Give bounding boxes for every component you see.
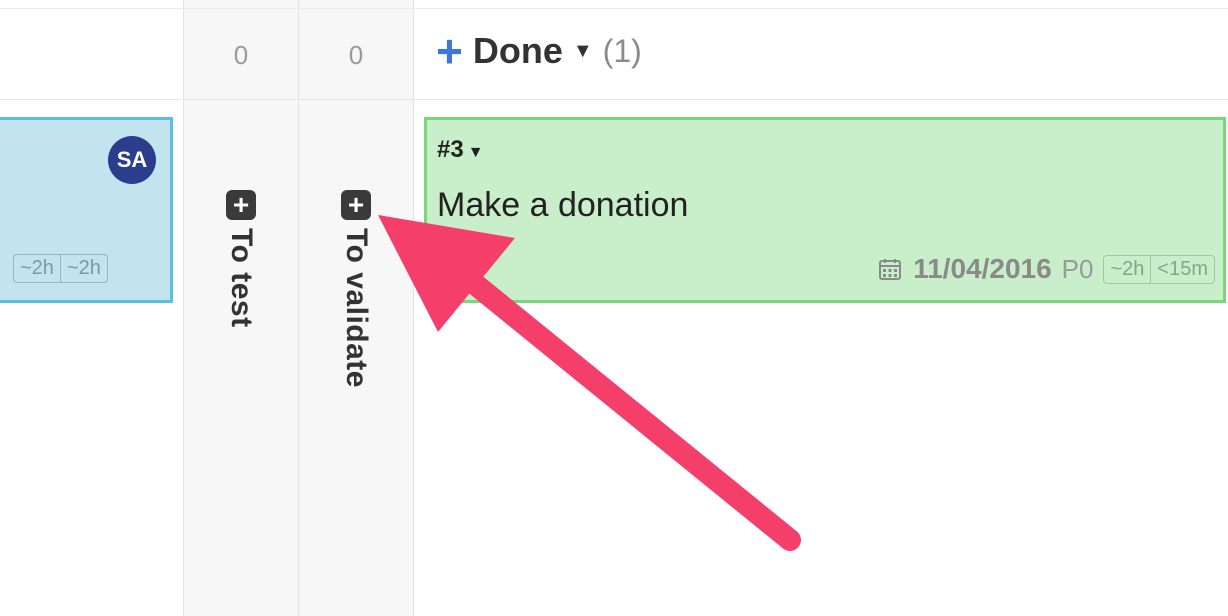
column-count: 0 <box>348 40 364 70</box>
kanban-board: SA ~2h ~2h 0 + To test 0 + To validate +… <box>0 0 1228 616</box>
column-to-validate: 0 + To validate <box>298 0 414 616</box>
estimate-value: ~2h <box>59 255 107 282</box>
calendar-icon <box>877 256 903 282</box>
plus-square-icon[interactable]: + <box>226 190 256 220</box>
estimate-value: ~2h <box>1110 257 1145 280</box>
card-title: Make a donation <box>437 186 689 224</box>
column-label: To test <box>225 228 258 328</box>
caret-down-icon[interactable]: ▼ <box>468 144 484 161</box>
column-header: + Done ▼ (1) <box>436 28 642 74</box>
avatar[interactable]: SA <box>108 136 156 184</box>
due-date: 11/04/2016 <box>913 253 1052 284</box>
estimate-value: <15m <box>1150 255 1214 283</box>
plus-square-icon[interactable]: + <box>341 190 371 220</box>
estimate-value: ~2h <box>20 257 54 279</box>
column-count: 0 <box>233 40 249 70</box>
column-in-progress: SA ~2h ~2h <box>0 0 183 616</box>
column-title[interactable]: Done <box>473 30 563 72</box>
expand-column-to-test[interactable]: + To test <box>224 190 258 328</box>
expand-column-to-validate[interactable]: + To validate <box>339 190 373 388</box>
estimate-badge: ~2h <15m <box>1103 254 1215 284</box>
column-count: (1) <box>602 32 642 69</box>
column-to-test: 0 + To test <box>183 0 298 616</box>
priority-label: P0 <box>1061 253 1094 284</box>
column-done: + Done ▼ (1) <box>414 0 1228 616</box>
estimate-badge: ~2h ~2h <box>13 254 108 283</box>
column-label: To validate <box>340 228 373 388</box>
add-card-button[interactable]: + <box>436 28 463 74</box>
card-id[interactable]: #3 ▼ <box>437 136 484 164</box>
task-card[interactable]: SA ~2h ~2h <box>0 117 173 303</box>
caret-down-icon[interactable]: ▼ <box>573 40 593 63</box>
task-card-done[interactable]: #3 ▼ Make a donation 11/04/2016 P0 ~2h <… <box>424 117 1226 303</box>
card-number: #3 <box>437 136 464 163</box>
card-meta: 11/04/2016 P0 ~2h <15m <box>877 253 1215 285</box>
